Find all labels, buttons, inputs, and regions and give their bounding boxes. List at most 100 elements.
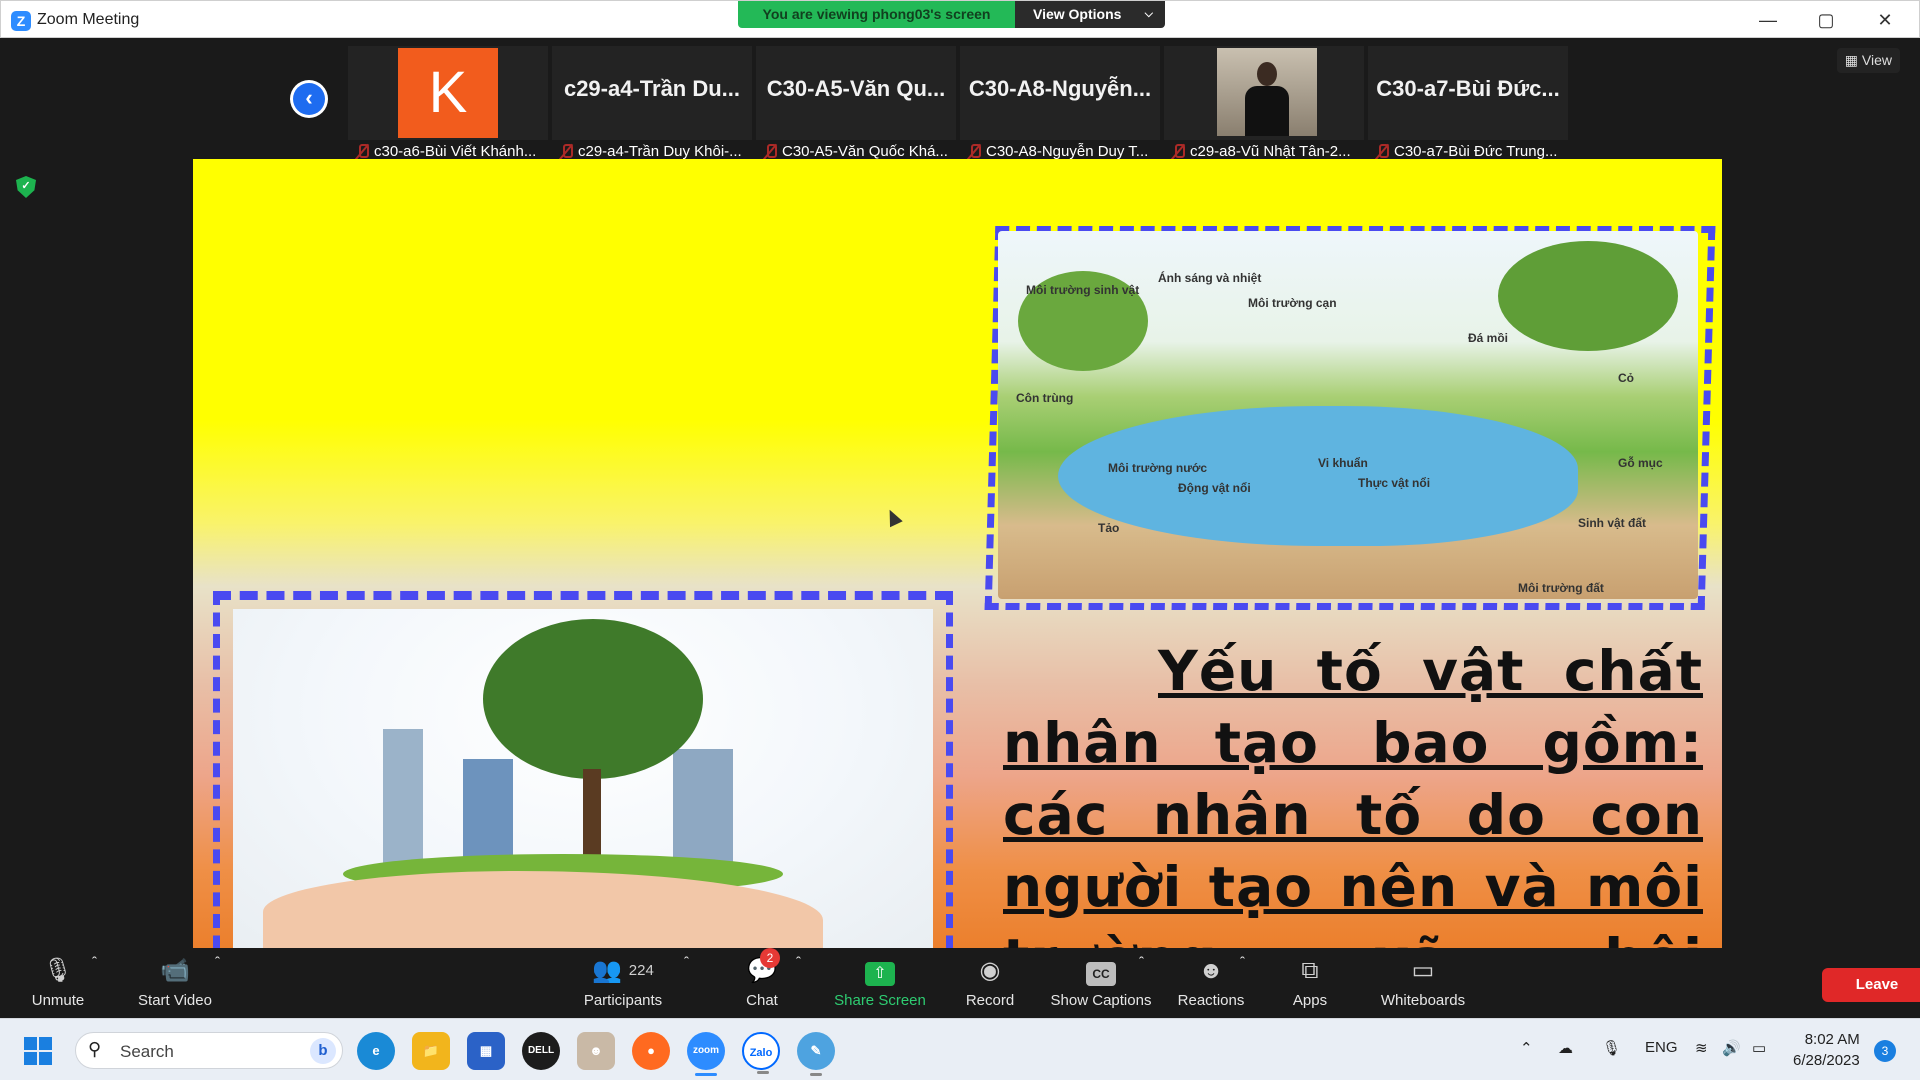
- ecosystem-illustration: Môi trường sinh vật Ánh sáng và nhiệt Mô…: [998, 231, 1698, 599]
- minimize-button[interactable]: —: [1739, 1, 1797, 39]
- participant-display-name: C30-a7-Bùi Đức...: [1376, 76, 1560, 101]
- notification-badge[interactable]: 3: [1874, 1040, 1896, 1062]
- eco-label: Ánh sáng và nhiệt: [1158, 271, 1262, 285]
- edge-icon[interactable]: e: [357, 1032, 395, 1070]
- reactions-label: Reactions: [1177, 992, 1245, 1009]
- building-shape: [463, 759, 513, 869]
- dell-icon[interactable]: DELL: [522, 1032, 560, 1070]
- battery-icon[interactable]: ▭: [1752, 1039, 1766, 1057]
- clock-date: 6/28/2023: [1793, 1052, 1860, 1069]
- participant-tile[interactable]: c29-a8-Vũ Nhật Tân-2...: [1164, 46, 1364, 164]
- building-shape: [673, 749, 733, 869]
- previous-page-button[interactable]: ‹: [290, 80, 328, 118]
- audio-options-caret-icon[interactable]: ˆ: [92, 954, 97, 971]
- system-clock[interactable]: 8:02 AM 6/28/2023: [1793, 1029, 1860, 1071]
- paint-icon[interactable]: ✎: [797, 1032, 835, 1076]
- whiteboards-button[interactable]: ▭ Whiteboards: [1375, 954, 1471, 1009]
- avatar: K: [398, 48, 498, 138]
- firefox-icon[interactable]: ●: [632, 1032, 670, 1070]
- eco-label: Thực vật nổi: [1358, 476, 1431, 490]
- avatar-photo: [1217, 48, 1317, 136]
- participant-tile[interactable]: C30-a7-Bùi Đức... C30-a7-Bùi Đức Trung..…: [1368, 46, 1568, 164]
- eco-label: Môi trường đất: [1518, 581, 1604, 595]
- participants-label: Participants: [583, 992, 663, 1009]
- window-title-bar: Z Zoom Meeting You are viewing phong03's…: [0, 0, 1920, 38]
- apps-button[interactable]: ⧉ Apps: [1290, 954, 1330, 1009]
- shared-screen-slide: Môi trường sinh vật Ánh sáng và nhiệt Mô…: [193, 159, 1722, 950]
- chat-caret-icon[interactable]: ˆ: [796, 954, 801, 971]
- participant-display-name: c29-a4-Trần Du...: [563, 76, 741, 101]
- chevron-down-icon: ⌵: [1144, 8, 1153, 20]
- bing-icon[interactable]: b: [310, 1038, 336, 1064]
- meeting-toolbar: 🎙 Unmute ˆ 📹 Start Video ˆ 👥 224 Partici…: [0, 948, 1920, 1018]
- chevron-up-icon[interactable]: ⌃: [1520, 1039, 1533, 1057]
- participants-caret-icon[interactable]: ˆ: [684, 954, 689, 971]
- chat-badge: 2: [760, 948, 780, 968]
- tree-trunk-shape: [583, 769, 601, 859]
- eco-label: Vi khuẩn: [1318, 456, 1368, 470]
- microphone-muted-icon: 🎙: [42, 957, 74, 984]
- search-icon: ⚲: [88, 1039, 102, 1059]
- reactions-smiley-icon: ☻: [1198, 957, 1224, 984]
- captions-icon: CC: [1086, 962, 1116, 986]
- running-indicator: [810, 1073, 822, 1076]
- windows-start-icon[interactable]: [24, 1037, 52, 1065]
- participant-tile[interactable]: C30-A5-Văn Qu... C30-A5-Văn Quốc Khá...: [756, 46, 956, 164]
- zoom-app-label: zoom: [692, 1045, 720, 1056]
- participant-tile[interactable]: c29-a4-Trần Du... c29-a4-Trần Duy Khôi-.…: [552, 46, 752, 164]
- running-indicator: [757, 1071, 769, 1074]
- taskbar-search-box[interactable]: ⚲ Search b: [75, 1032, 343, 1069]
- zalo-label: Zalo: [749, 1047, 773, 1059]
- eco-label: Tảo: [1098, 521, 1120, 535]
- reactions-caret-icon[interactable]: ˆ: [1240, 954, 1245, 971]
- view-label: View: [1861, 52, 1892, 68]
- slide-body-text: Yếu tố vật chất nhân tạo bao gồm: các nh…: [1003, 639, 1703, 950]
- onedrive-icon[interactable]: ☁: [1558, 1039, 1573, 1057]
- close-button[interactable]: ✕: [1856, 1, 1914, 39]
- view-button[interactable]: ▦ View: [1836, 48, 1900, 73]
- chat-label: Chat: [746, 992, 778, 1009]
- participant-tile[interactable]: K c30-a6-Bùi Viết Khánh...: [348, 46, 548, 164]
- participant-display-name: C30-A5-Văn Qu...: [766, 76, 946, 101]
- unmute-label: Unmute: [31, 992, 85, 1009]
- record-button[interactable]: ◉ Record: [960, 954, 1020, 1009]
- game-app-icon[interactable]: ☻: [577, 1032, 615, 1070]
- microsoft-store-icon[interactable]: ▦: [467, 1032, 505, 1070]
- video-options-caret-icon[interactable]: ˆ: [215, 954, 220, 971]
- microphone-icon[interactable]: 🎙: [1602, 1039, 1621, 1057]
- meeting-area: ‹ ✓ ▦ View K c30-a6-Bùi Viết Khánh... c2…: [0, 38, 1920, 1018]
- encryption-shield-icon[interactable]: ✓: [16, 176, 36, 198]
- zalo-icon[interactable]: Zalo: [742, 1032, 780, 1074]
- maximize-button[interactable]: ▢: [1797, 1, 1855, 39]
- eco-label: Môi trường sinh vật: [1026, 283, 1140, 297]
- view-options-button[interactable]: View Options ⌵: [1015, 1, 1165, 28]
- captions-caret-icon[interactable]: ˆ: [1139, 954, 1144, 971]
- wifi-icon[interactable]: ≋: [1695, 1039, 1708, 1057]
- leave-button[interactable]: Leave: [1822, 968, 1920, 1002]
- chat-button[interactable]: 💬 2 Chat: [742, 948, 782, 1009]
- participants-button[interactable]: 👥 224 Participants: [578, 954, 668, 1009]
- share-screen-button[interactable]: ⇧ Share Screen: [830, 954, 930, 1009]
- eco-label: Đá mồi: [1468, 331, 1509, 345]
- chat-icon: 💬 2: [742, 948, 782, 988]
- reactions-button[interactable]: ☻ Reactions: [1174, 954, 1248, 1009]
- windows-taskbar: ⚲ Search b e 📁 ▦ DELL ☻ ● zoom Zalo ✎ ⌃ …: [0, 1018, 1920, 1080]
- city-tree-hand-image: [233, 609, 933, 950]
- volume-icon[interactable]: 🔊: [1722, 1039, 1741, 1057]
- start-video-button[interactable]: 📹 Start Video: [130, 954, 220, 1009]
- file-explorer-icon[interactable]: 📁: [412, 1032, 450, 1070]
- unmute-button[interactable]: 🎙 Unmute: [22, 954, 94, 1009]
- eco-label: Cỏ: [1618, 371, 1634, 385]
- language-indicator[interactable]: ENG: [1645, 1039, 1678, 1056]
- participant-tile[interactable]: C30-A8-Nguyễn... C30-A8-Nguyễn Duy T...: [960, 46, 1160, 164]
- window-title: Zoom Meeting: [37, 11, 140, 28]
- participants-icon: 👥 224: [592, 957, 654, 984]
- record-icon: ◉: [979, 957, 1001, 984]
- eco-label: Động vật nổi: [1178, 481, 1251, 495]
- participants-count: 224: [628, 962, 654, 979]
- eco-label: Môi trường cạn: [1248, 296, 1337, 310]
- zoom-app-icon[interactable]: zoom: [687, 1032, 725, 1076]
- tree-crown-shape: [483, 619, 703, 779]
- whiteboards-label: Whiteboards: [1380, 992, 1466, 1009]
- person-head-shape: [1257, 62, 1277, 86]
